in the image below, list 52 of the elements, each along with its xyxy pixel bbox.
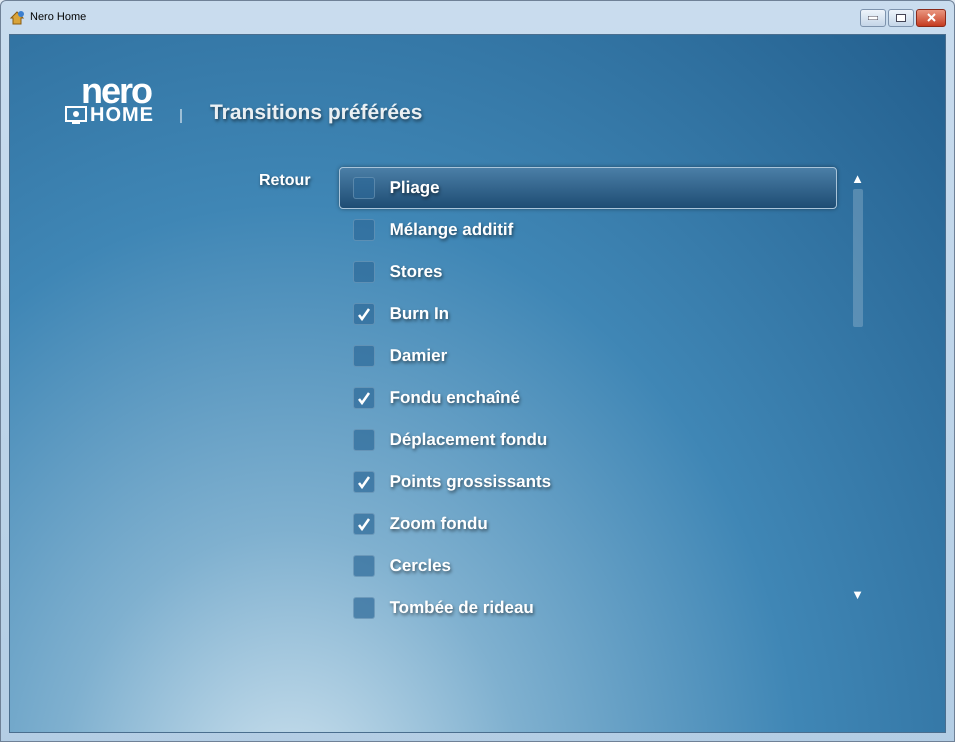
item-label: Tombée de rideau <box>390 597 534 620</box>
close-icon <box>926 13 936 22</box>
maximize-button[interactable] <box>888 8 914 26</box>
transition-item[interactable]: Déplacement fondu <box>338 419 837 461</box>
minimize-button[interactable] <box>860 8 886 26</box>
item-label: Fondu enchaîné <box>390 387 520 410</box>
checkbox[interactable] <box>352 345 375 367</box>
checkmark-icon <box>356 307 371 321</box>
logo-text: HOME <box>90 105 154 125</box>
item-label: Cercles <box>390 555 451 578</box>
close-button[interactable] <box>916 8 946 26</box>
transition-item[interactable]: Tombée de rideau <box>338 587 837 629</box>
item-label: Déplacement fondu <box>390 429 548 452</box>
restore-icon <box>896 14 906 22</box>
checkbox[interactable] <box>352 261 375 283</box>
house-icon <box>9 10 25 26</box>
checkbox[interactable] <box>352 429 375 451</box>
back-link[interactable]: Retour <box>259 169 311 189</box>
checkbox[interactable] <box>352 219 375 241</box>
window-title: Nero Home <box>30 10 86 26</box>
transition-item[interactable]: Fondu enchaîné <box>338 377 837 419</box>
checkbox[interactable] <box>352 387 375 409</box>
item-label: Stores <box>390 261 442 284</box>
monitor-icon <box>65 106 87 124</box>
checkbox[interactable] <box>352 303 375 325</box>
checkbox[interactable] <box>352 471 375 493</box>
scroll-down-arrow[interactable]: ▼ <box>851 588 864 602</box>
page-title: Transitions préférées <box>210 101 422 125</box>
item-label: Pliage <box>390 177 440 200</box>
item-label: Mélange additif <box>390 219 514 242</box>
transition-item[interactable]: Zoom fondu <box>338 503 837 545</box>
logo-wordmark: nero <box>80 77 152 105</box>
transition-item[interactable]: Pliage <box>338 167 837 209</box>
transition-item[interactable]: Damier <box>338 335 837 377</box>
checkmark-icon <box>356 517 371 531</box>
item-label: Damier <box>390 345 448 368</box>
scroll-up-arrow[interactable]: ▲ <box>851 172 864 186</box>
checkbox[interactable] <box>352 555 375 577</box>
minimize-icon <box>868 16 878 20</box>
checkmark-icon <box>356 391 371 405</box>
checkmark-icon <box>356 475 371 489</box>
transition-item[interactable]: Burn In <box>338 293 837 335</box>
checkbox[interactable] <box>352 597 375 619</box>
transition-item[interactable]: Points grossissants <box>338 461 837 503</box>
checkbox[interactable] <box>352 513 375 535</box>
checkbox[interactable] <box>352 177 375 199</box>
transition-item[interactable]: Cercles <box>338 545 837 587</box>
transition-item[interactable]: Mélange additif <box>338 209 837 251</box>
item-label: Burn In <box>390 303 450 326</box>
transition-item[interactable]: Stores <box>338 251 837 293</box>
item-label: Points grossissants <box>390 471 552 494</box>
item-label: Zoom fondu <box>390 513 488 536</box>
